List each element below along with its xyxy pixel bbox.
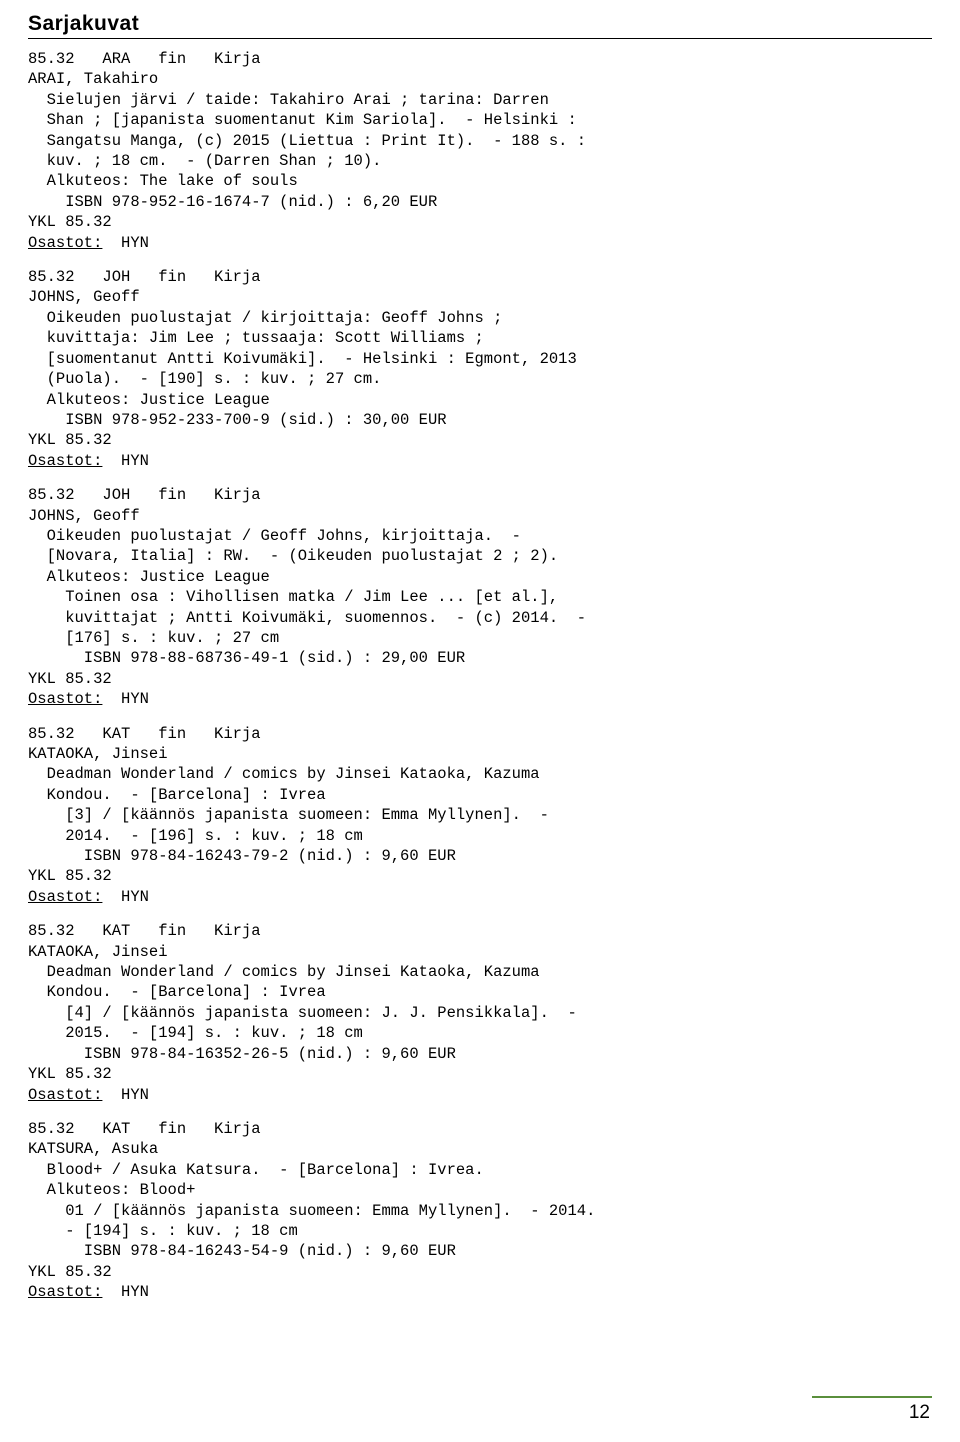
- record-line: [4] / [käännös japanista suomeen: J. J. …: [28, 1003, 577, 1022]
- holdings-spacer: [102, 234, 121, 252]
- record-line: KATAOKA, Jinsei: [28, 745, 168, 763]
- record-line: [Novara, Italia] : RW. - (Oikeuden puolu…: [28, 547, 559, 566]
- record-line: [3] / [käännös japanista suomeen: Emma M…: [28, 806, 549, 825]
- holdings-label: Osastot:: [28, 887, 103, 906]
- record-line: YKL 85.32: [28, 1262, 112, 1281]
- record-classification: 85.32 KAT fin Kirja: [28, 1119, 261, 1138]
- record-list: 85.32 ARA fin Kirja ARAI, Takahiro Sieluj…: [28, 49, 932, 1303]
- record-holdings: Osastot: HYN: [28, 1282, 149, 1302]
- record-line: 01 / [käännös japanista suomeen: Emma My…: [28, 1201, 596, 1220]
- holdings-label: Osastot:: [28, 690, 103, 709]
- holdings-spacer: [102, 690, 121, 708]
- bibliographic-record: 85.32 JOH fin Kirja JOHNS, Geoff Oikeuden…: [28, 485, 932, 709]
- record-holdings: Osastot: HYN: [28, 887, 149, 907]
- record-classification: 85.32 JOH fin Kirja: [28, 268, 261, 287]
- record-classification: 85.32 KAT fin Kirja: [28, 724, 261, 743]
- record-line: - [194] s. : kuv. ; 18 cm: [28, 1221, 298, 1240]
- holdings-value: HYN: [121, 451, 149, 470]
- holdings-value: HYN: [121, 887, 149, 906]
- record-line: Sielujen järvi / taide: Takahiro Arai ; …: [28, 90, 549, 109]
- record-line: Deadman Wonderland / comics by Jinsei Ka…: [28, 765, 540, 784]
- holdings-label: Osastot:: [28, 1283, 103, 1302]
- record-line: KATSURA, Asuka: [28, 1140, 159, 1159]
- title-divider: [28, 38, 932, 39]
- record-line: Sangatsu Manga, (c) 2015 (Liettua : Prin…: [28, 131, 587, 150]
- record-line: Alkuteos: Justice League: [28, 567, 270, 586]
- record-classification: 85.32 JOH fin Kirja: [28, 486, 261, 505]
- record-line: ISBN 978-952-16-1674-7 (nid.) : 6,20 EUR: [28, 192, 438, 211]
- record-line: Alkuteos: Blood+: [28, 1181, 196, 1200]
- record-line: Kondou. - [Barcelona] : Ivrea: [28, 785, 326, 804]
- record-line: Deadman Wonderland / comics by Jinsei Ka…: [28, 963, 540, 982]
- record-line: ISBN 978-84-16352-26-5 (nid.) : 9,60 EUR: [28, 1044, 456, 1063]
- holdings-value: HYN: [121, 233, 149, 252]
- record-line: 2015. - [194] s. : kuv. ; 18 cm: [28, 1024, 363, 1043]
- record-line: KATAOKA, Jinsei: [28, 942, 168, 961]
- bibliographic-record: 85.32 ARA fin Kirja ARAI, Takahiro Sieluj…: [28, 49, 932, 253]
- record-line: JOHNS, Geoff: [28, 288, 140, 307]
- page-number: 12: [908, 1402, 930, 1423]
- record-line: YKL 85.32: [28, 431, 112, 450]
- record-line: ISBN 978-952-233-700-9 (sid.) : 30,00 EU…: [28, 410, 447, 429]
- holdings-value: HYN: [121, 1085, 149, 1104]
- record-classification: 85.32 ARA fin Kirja: [28, 50, 261, 68]
- record-line: [176] s. : kuv. ; 27 cm: [28, 628, 280, 647]
- record-line: [suomentanut Antti Koivumäki]. - Helsink…: [28, 349, 577, 368]
- holdings-value: HYN: [121, 690, 149, 709]
- record-line: Shan ; [japanista suomentanut Kim Sariol…: [28, 111, 577, 130]
- record-line: Alkuteos: The lake of souls: [28, 172, 298, 191]
- record-line: ISBN 978-84-16243-54-9 (nid.) : 9,60 EUR: [28, 1242, 456, 1261]
- bibliographic-record: 85.32 KAT fin Kirja KATAOKA, Jinsei Deadm…: [28, 724, 932, 908]
- record-line: kuvittajat ; Antti Koivumäki, suomennos.…: [28, 608, 587, 627]
- record-line: (Puola). - [190] s. : kuv. ; 27 cm.: [28, 370, 382, 389]
- record-line: kuv. ; 18 cm. - (Darren Shan ; 10).: [28, 152, 382, 171]
- holdings-label: Osastot:: [28, 1085, 103, 1104]
- record-holdings: Osastot: HYN: [28, 689, 149, 709]
- record-line: YKL 85.32: [28, 669, 112, 688]
- footer-divider: [812, 1396, 932, 1398]
- record-line: Toinen osa : Vihollisen matka / Jim Lee …: [28, 588, 559, 607]
- record-holdings: Osastot: HYN: [28, 233, 149, 253]
- holdings-spacer: [102, 452, 121, 470]
- record-line: kuvittaja: Jim Lee ; tussaaja: Scott Wil…: [28, 329, 484, 348]
- record-line: Alkuteos: Justice League: [28, 390, 270, 409]
- record-line: Kondou. - [Barcelona] : Ivrea: [28, 983, 326, 1002]
- page-footer: 12: [812, 1396, 932, 1424]
- record-holdings: Osastot: HYN: [28, 451, 149, 471]
- page-title: Sarjakuvat: [28, 12, 140, 35]
- holdings-value: HYN: [121, 1283, 149, 1302]
- record-line: Blood+ / Asuka Katsura. - [Barcelona] : …: [28, 1160, 484, 1179]
- holdings-spacer: [102, 1283, 121, 1301]
- document-page: Sarjakuvat 85.32 ARA fin Kirja ARAI, Taka…: [0, 0, 960, 1442]
- bibliographic-record: 85.32 KAT fin Kirja KATSURA, Asuka Blood+…: [28, 1119, 932, 1303]
- record-line: 2014. - [196] s. : kuv. ; 18 cm: [28, 826, 363, 845]
- record-line: YKL 85.32: [28, 213, 112, 232]
- record-line: ISBN 978-84-16243-79-2 (nid.) : 9,60 EUR: [28, 847, 456, 866]
- record-line: YKL 85.32: [28, 867, 112, 886]
- holdings-spacer: [102, 888, 121, 906]
- record-line: YKL 85.32: [28, 1065, 112, 1084]
- holdings-spacer: [102, 1086, 121, 1104]
- record-classification: 85.32 KAT fin Kirja: [28, 922, 261, 941]
- record-line: JOHNS, Geoff: [28, 506, 140, 525]
- record-holdings: Osastot: HYN: [28, 1085, 149, 1105]
- holdings-label: Osastot:: [28, 451, 103, 470]
- holdings-label: Osastot:: [28, 233, 103, 252]
- record-line: ARAI, Takahiro: [28, 70, 159, 89]
- bibliographic-record: 85.32 JOH fin Kirja JOHNS, Geoff Oikeuden…: [28, 267, 932, 471]
- record-line: Oikeuden puolustajat / kirjoittaja: Geof…: [28, 308, 503, 327]
- bibliographic-record: 85.32 KAT fin Kirja KATAOKA, Jinsei Deadm…: [28, 921, 932, 1105]
- record-line: Oikeuden puolustajat / Geoff Johns, kirj…: [28, 526, 521, 545]
- record-line: ISBN 978-88-68736-49-1 (sid.) : 29,00 EU…: [28, 649, 466, 668]
